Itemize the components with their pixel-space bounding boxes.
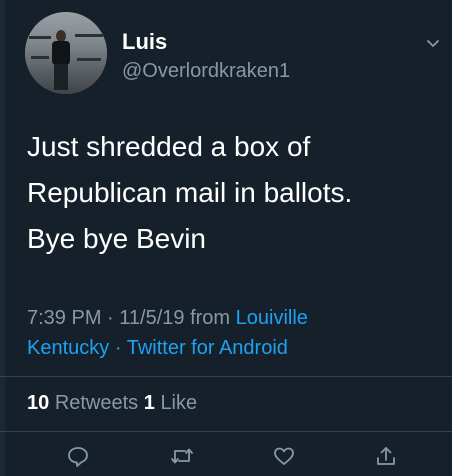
heart-icon[interactable] bbox=[270, 442, 298, 470]
likes-label[interactable]: Like bbox=[160, 392, 197, 414]
location-link[interactable]: Louiville bbox=[236, 307, 308, 329]
tweet-text-line: Bye bye Bevin bbox=[27, 223, 206, 254]
tweet-text: Just shredded a box of Republican mail i… bbox=[27, 124, 427, 262]
avatar[interactable] bbox=[25, 12, 107, 94]
user-handle[interactable]: @Overlordkraken1 bbox=[122, 60, 290, 83]
left-edge-strip bbox=[0, 0, 5, 476]
retweets-label[interactable]: Retweets bbox=[55, 392, 138, 414]
meta-separator: · bbox=[107, 307, 114, 329]
meta-line-1: 7:39 PM · 11/5/19 from Louiville bbox=[27, 303, 437, 333]
tweet-metadata: 7:39 PM · 11/5/19 from Louiville Kentuck… bbox=[27, 303, 437, 363]
from-label: from bbox=[190, 307, 231, 329]
display-name[interactable]: Luis bbox=[122, 29, 167, 55]
likes-count[interactable]: 1 bbox=[144, 392, 155, 414]
divider bbox=[0, 376, 452, 377]
retweets-count[interactable]: 10 bbox=[27, 392, 49, 414]
retweet-icon[interactable] bbox=[168, 442, 196, 470]
chevron-down-icon[interactable] bbox=[424, 34, 442, 52]
client-link[interactable]: Twitter for Android bbox=[127, 337, 288, 359]
reply-icon[interactable] bbox=[64, 442, 92, 470]
avatar-detail bbox=[29, 36, 51, 39]
avatar-detail bbox=[75, 34, 103, 37]
divider bbox=[0, 431, 452, 432]
meta-line-2: Kentucky · Twitter for Android bbox=[27, 333, 437, 363]
avatar-detail bbox=[31, 56, 49, 59]
action-bar bbox=[0, 440, 452, 476]
location-link[interactable]: Kentucky bbox=[27, 337, 109, 359]
meta-separator: · bbox=[114, 337, 122, 359]
tweet-date[interactable]: 11/5/19 bbox=[119, 307, 184, 329]
avatar-detail bbox=[77, 58, 101, 61]
tweet-text-line: Republican mail in ballots. bbox=[27, 177, 353, 208]
tweet-time[interactable]: 7:39 PM bbox=[27, 307, 101, 329]
avatar-detail bbox=[52, 41, 70, 65]
share-icon[interactable] bbox=[372, 442, 400, 470]
tweet-card: Luis @Overlordkraken1 Just shredded a bo… bbox=[0, 0, 452, 476]
avatar-detail bbox=[54, 64, 68, 90]
tweet-text-line: Just shredded a box of bbox=[27, 131, 311, 162]
engagement-stats: 10 Retweets 1 Like bbox=[27, 392, 197, 415]
